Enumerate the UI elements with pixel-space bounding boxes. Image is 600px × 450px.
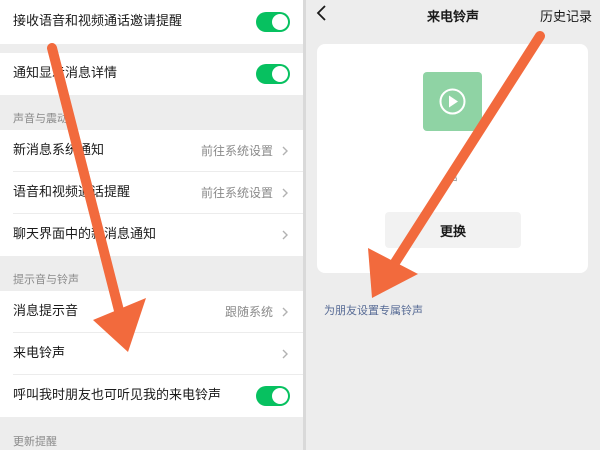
new-message-notice-row[interactable]: 新消息系统通知 前往系统设置 bbox=[0, 130, 303, 172]
invite-reminder-group: 接收语音和视频通话邀请提醒 bbox=[0, 0, 303, 44]
chevron-right-icon bbox=[282, 307, 288, 317]
ringtone-page: 来电铃声 历史记录 信 更换 为朋友设置专属铃声 bbox=[306, 0, 600, 450]
message-tone-value: 跟随系统 bbox=[224, 305, 273, 319]
call-reminder-value: 前往系统设置 bbox=[200, 186, 273, 200]
change-ringtone-button[interactable]: 更换 bbox=[385, 212, 521, 248]
music-play-icon bbox=[439, 88, 466, 115]
friend-ringtone-link[interactable]: 为朋友设置专属铃声 bbox=[324, 302, 423, 318]
new-message-notice-label: 新消息系统通知 bbox=[13, 143, 105, 158]
section-title-tone-ringtone: 提示音与铃声 bbox=[13, 273, 79, 286]
toggle-knob bbox=[272, 388, 288, 404]
show-details-label: 通知显示消息详情 bbox=[13, 66, 118, 81]
chat-new-message-label: 聊天界面中的新消息通知 bbox=[13, 227, 157, 242]
call-reminder-row[interactable]: 语音和视频通话提醒 前往系统设置 bbox=[0, 172, 303, 214]
invite-reminder-toggle[interactable] bbox=[256, 12, 290, 32]
toggle-knob bbox=[272, 14, 288, 30]
friends-hear-ringtone-toggle[interactable] bbox=[256, 386, 290, 406]
show-details-group: 通知显示消息详情 bbox=[0, 53, 303, 95]
new-message-notice-value: 前往系统设置 bbox=[200, 144, 273, 158]
chevron-right-icon bbox=[282, 188, 288, 198]
current-ringtone-card: 信 更换 bbox=[317, 44, 588, 273]
call-reminder-label: 语音和视频通话提醒 bbox=[13, 185, 131, 200]
ringtone-row[interactable]: 来电铃声 bbox=[0, 333, 303, 375]
chevron-right-icon bbox=[282, 349, 288, 359]
section-title-sound-vibration: 声音与震动 bbox=[13, 112, 68, 125]
chat-new-message-row[interactable]: 聊天界面中的新消息通知 bbox=[0, 214, 303, 256]
invite-reminder-row[interactable]: 接收语音和视频通话邀请提醒 bbox=[0, 1, 303, 43]
tone-ringtone-group: 消息提示音 跟随系统 来电铃声 呼叫我时朋友也可听见我的来电铃声 bbox=[0, 291, 303, 417]
message-tone-row[interactable]: 消息提示音 跟随系统 bbox=[0, 291, 303, 333]
ringtone-cover[interactable] bbox=[423, 72, 482, 131]
friends-hear-ringtone-row[interactable]: 呼叫我时朋友也可听见我的来电铃声 bbox=[0, 375, 303, 417]
notification-settings-panel: 接收语音和视频通话邀请提醒 通知显示消息详情 声音与震动 新消息系统通知 前往系… bbox=[0, 0, 303, 450]
show-details-row[interactable]: 通知显示消息详情 bbox=[0, 53, 303, 95]
message-tone-label: 消息提示音 bbox=[13, 304, 79, 319]
invite-reminder-label: 接收语音和视频通话邀请提醒 bbox=[13, 14, 183, 29]
friends-hear-ringtone-label: 呼叫我时朋友也可听见我的来电铃声 bbox=[13, 388, 222, 403]
show-details-toggle[interactable] bbox=[256, 64, 290, 84]
toggle-knob bbox=[272, 66, 288, 82]
section-title-update-reminder: 更新提醒 bbox=[13, 435, 57, 448]
ringtone-name: 信 bbox=[447, 170, 458, 183]
history-link[interactable]: 历史记录 bbox=[540, 6, 592, 25]
chevron-right-icon bbox=[282, 230, 288, 240]
chevron-right-icon bbox=[282, 146, 288, 156]
ringtone-label: 来电铃声 bbox=[13, 346, 66, 361]
sound-vibration-group: 新消息系统通知 前往系统设置 语音和视频通话提醒 前往系统设置 聊天界面中的新消… bbox=[0, 130, 303, 256]
